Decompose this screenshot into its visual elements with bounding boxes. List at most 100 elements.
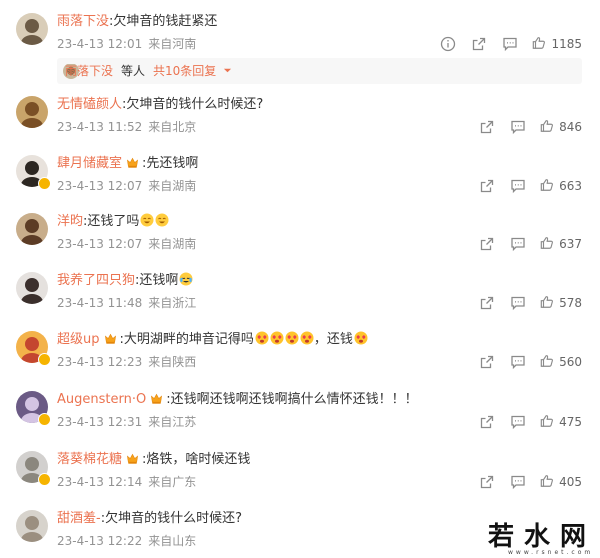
comment-date: 23-4-13 12:23 bbox=[57, 355, 143, 369]
verified-badge bbox=[38, 353, 51, 366]
comment-date: 23-4-13 12:07 bbox=[57, 237, 143, 251]
chevron-down-icon bbox=[224, 68, 232, 73]
reply-link-label[interactable]: 共10条回复 bbox=[153, 64, 216, 78]
comment-icon[interactable] bbox=[510, 414, 526, 430]
avatar[interactable] bbox=[16, 510, 48, 542]
comment-actions: 846 bbox=[464, 119, 582, 135]
share-icon[interactable] bbox=[471, 36, 487, 52]
comment-line: 甜酒羞-:欠坤音的钱什么时候还? bbox=[57, 510, 242, 528]
like-icon[interactable] bbox=[532, 36, 551, 53]
emoji-love-icon bbox=[300, 331, 314, 345]
comment-icon[interactable] bbox=[510, 178, 526, 194]
comment-icon[interactable] bbox=[502, 36, 518, 52]
comment-date: 23-4-13 12:01 bbox=[57, 37, 143, 51]
comment-meta: 23-4-13 11:52 来自北京 bbox=[57, 119, 196, 135]
username[interactable]: 雨落下没 bbox=[57, 14, 109, 29]
comment-icon[interactable] bbox=[510, 119, 526, 135]
like-button[interactable]: 560 bbox=[540, 354, 582, 371]
comment-text: 烙铁，啥时候还钱 bbox=[146, 452, 251, 467]
username[interactable]: 洋昀 bbox=[57, 214, 83, 229]
comment-icon[interactable] bbox=[510, 474, 526, 490]
comment-icon[interactable] bbox=[510, 236, 526, 252]
like-count: 475 bbox=[559, 415, 582, 429]
comment-date: 23-4-13 12:31 bbox=[57, 415, 143, 429]
like-icon[interactable] bbox=[540, 295, 559, 312]
username[interactable]: 超级up bbox=[57, 332, 100, 347]
reply-user[interactable]: 雨落下没 bbox=[65, 58, 113, 84]
like-icon[interactable] bbox=[540, 119, 559, 136]
comment-text-2: ，还钱 bbox=[313, 332, 353, 347]
comment-line: 雨落下没:欠坤音的钱赶紧还 bbox=[57, 13, 217, 31]
comment-text: 欠坤音的钱赶紧还 bbox=[113, 14, 218, 29]
comment-location: 来自湖南 bbox=[148, 179, 197, 193]
username[interactable]: 我养了四只狗 bbox=[57, 273, 135, 288]
comment-location: 来自湖南 bbox=[148, 237, 197, 251]
like-count: 578 bbox=[559, 296, 582, 310]
crown-icon bbox=[127, 157, 139, 168]
avatar[interactable] bbox=[16, 13, 48, 45]
like-button[interactable]: 846 bbox=[540, 119, 582, 136]
like-button[interactable]: 663 bbox=[540, 178, 582, 195]
comment-meta: 23-4-13 12:01 来自河南 bbox=[57, 36, 196, 52]
like-button[interactable]: 475 bbox=[540, 414, 582, 431]
share-icon[interactable] bbox=[479, 474, 495, 490]
comment-location: 来自河南 bbox=[148, 37, 197, 51]
username[interactable]: 肆月储藏室 bbox=[57, 156, 122, 171]
share-icon[interactable] bbox=[479, 236, 495, 252]
like-icon[interactable] bbox=[540, 414, 559, 431]
like-icon[interactable] bbox=[540, 474, 559, 491]
comment-actions: 1185 bbox=[425, 36, 582, 52]
share-icon[interactable] bbox=[479, 178, 495, 194]
emoji-love-icon bbox=[354, 331, 368, 345]
emoji-love-icon bbox=[285, 331, 299, 345]
verified-badge bbox=[38, 177, 51, 190]
like-count: 637 bbox=[559, 237, 582, 251]
comment-location: 来自浙江 bbox=[148, 296, 197, 310]
like-button[interactable]: 1185 bbox=[532, 36, 582, 53]
comment-actions: 560 bbox=[464, 354, 582, 370]
comment-icon[interactable] bbox=[510, 295, 526, 311]
avatar[interactable] bbox=[16, 96, 48, 128]
reply-link[interactable]: 共10条回复 bbox=[153, 58, 232, 84]
like-count: 1185 bbox=[551, 37, 582, 51]
info-icon[interactable] bbox=[440, 36, 456, 52]
emoji-cry-icon bbox=[179, 272, 193, 286]
like-icon[interactable] bbox=[540, 236, 559, 253]
share-icon[interactable] bbox=[479, 354, 495, 370]
like-button[interactable]: 637 bbox=[540, 236, 582, 253]
comment-text: 还钱啊 bbox=[139, 273, 179, 288]
crown-icon bbox=[151, 393, 163, 404]
avatar[interactable] bbox=[16, 272, 48, 304]
crown-icon bbox=[127, 453, 139, 464]
comment-actions: 663 bbox=[464, 178, 582, 194]
comment-location: 来自广东 bbox=[148, 475, 197, 489]
comment-line: 无情磕颜人:欠坤音的钱什么时候还? bbox=[57, 96, 263, 114]
comment-text: 先还钱啊 bbox=[146, 156, 199, 171]
username[interactable]: 无情磕颜人 bbox=[57, 97, 122, 112]
comment-icon[interactable] bbox=[510, 354, 526, 370]
username[interactable]: Augenstern·O bbox=[57, 392, 146, 407]
like-button[interactable]: 405 bbox=[540, 474, 582, 491]
comment-text: 还钱啊还钱啊还钱啊搞什么情怀还钱！！！ bbox=[170, 392, 418, 407]
comment-line: Augenstern·O:还钱啊还钱啊还钱啊搞什么情怀还钱！！！ bbox=[57, 391, 418, 409]
comment-meta: 23-4-13 11:48 来自浙江 bbox=[57, 295, 196, 311]
share-icon[interactable] bbox=[479, 119, 495, 135]
comment-actions: 578 bbox=[464, 295, 582, 311]
like-icon[interactable] bbox=[540, 354, 559, 371]
emoji-love-icon bbox=[270, 331, 284, 345]
replies-bar[interactable]: 雨落下没 等人 共10条回复 bbox=[57, 58, 582, 84]
username[interactable]: 甜酒羞- bbox=[57, 511, 101, 526]
like-button[interactable]: 578 bbox=[540, 295, 582, 312]
comment-actions: 405 bbox=[464, 474, 582, 490]
comment-date: 23-4-13 12:14 bbox=[57, 475, 143, 489]
like-icon[interactable] bbox=[540, 178, 559, 195]
comment-line: 落葵棉花糖:烙铁，啥时候还钱 bbox=[57, 451, 250, 469]
comment-meta: 23-4-13 12:07 来自湖南 bbox=[57, 178, 196, 194]
avatar[interactable] bbox=[16, 213, 48, 245]
comment-text: 欠坤音的钱什么时候还? bbox=[105, 511, 242, 526]
share-icon[interactable] bbox=[479, 414, 495, 430]
emoji-grin-icon bbox=[155, 213, 169, 227]
username[interactable]: 落葵棉花糖 bbox=[57, 452, 122, 467]
share-icon[interactable] bbox=[479, 295, 495, 311]
comment-line: 洋昀:还钱了吗 bbox=[57, 213, 169, 231]
